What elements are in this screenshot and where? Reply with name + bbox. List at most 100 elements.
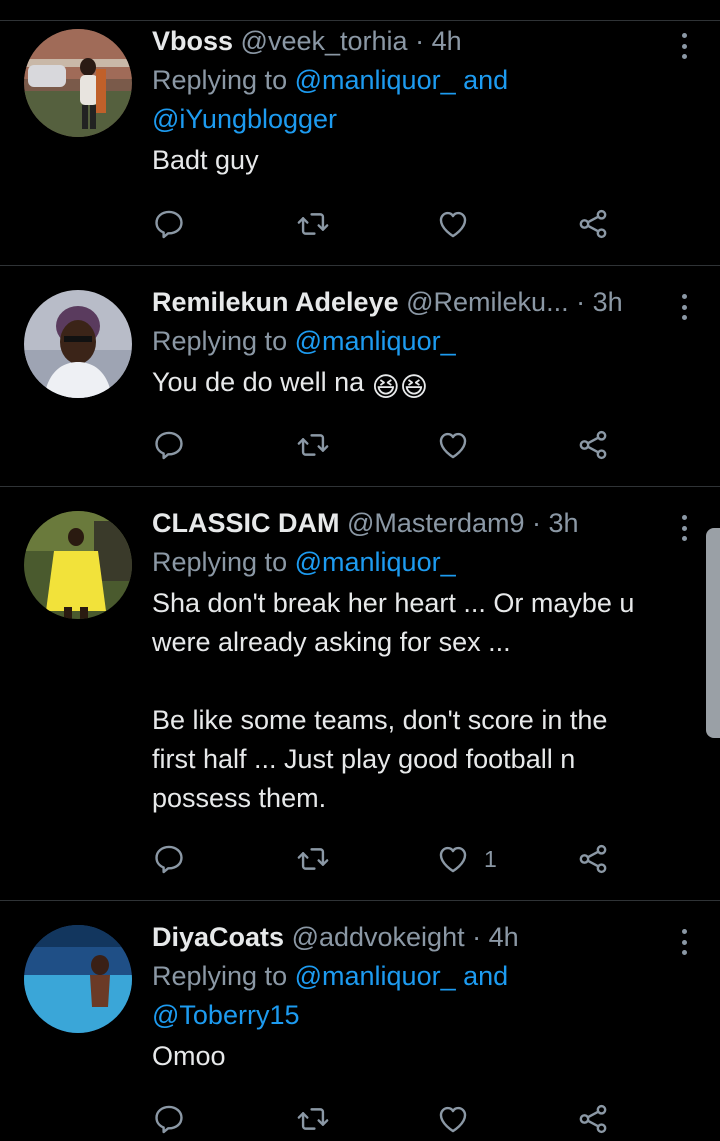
replying-to: Replying to @manliquor_ and @Toberry15 [152,957,664,1035]
more-options-button[interactable] [674,29,694,63]
and-others-link[interactable]: and [463,961,508,991]
reply-button[interactable] [152,425,186,465]
reply-icon [155,431,183,460]
tweet-diyacoats[interactable]: DiyaCoats @addvokeight · 4h Replying to … [0,901,720,1141]
share-button[interactable] [576,204,610,244]
mention-link[interactable]: @manliquor_ [295,65,456,95]
replying-to-label: Replying to [152,961,288,991]
more-icon-dot [681,315,687,320]
more-icon [681,294,687,299]
display-name[interactable]: DiyaCoats [152,922,284,952]
separator-dot: · [415,26,425,56]
display-name[interactable]: Vboss [152,26,233,56]
tweet-header: CLASSIC DAM @Masterdam9 · 3h [152,503,664,543]
more-icon [681,515,687,520]
more-options-button[interactable] [674,511,694,545]
like-button[interactable] [436,1099,484,1139]
tweet-text: You de do well na 😆😆 [152,363,664,407]
tweet-header: Vboss @veek_torhia · 4h [152,21,664,61]
separator-dot: · [532,508,541,538]
more-icon [681,929,687,934]
more-icon-dot [681,536,687,541]
like-button[interactable]: 1 [436,839,497,879]
reply-icon [155,845,183,874]
and-others-link[interactable]: and [463,65,508,95]
grinning-squinting-emoji: 😆 [399,372,429,402]
tweet-classic-dam[interactable]: CLASSIC DAM @Masterdam9 · 3h Replying to… [0,487,720,901]
timestamp[interactable]: 4h [432,26,462,56]
more-icon-dot [681,525,687,531]
action-bar [152,425,632,465]
mention-link[interactable]: @Toberry15 [152,1000,299,1030]
retweet-button[interactable] [296,204,330,244]
more-icon-dot [681,939,687,945]
tweet-header: DiyaCoats @addvokeight · 4h [152,917,664,957]
retweet-icon [297,213,329,235]
replying-to: Replying to @manliquor_ [152,543,664,582]
avatar[interactable] [24,290,132,398]
mention-link[interactable]: @manliquor_ [295,547,456,577]
like-count: 1 [484,845,497,872]
retweet-button[interactable] [296,839,330,879]
display-name[interactable]: Remilekun Adeleye [152,287,399,317]
retweet-button[interactable] [296,425,330,465]
reply-button[interactable] [152,1099,186,1139]
retweet-icon [297,1108,329,1130]
timestamp[interactable]: 3h [549,508,579,538]
replying-to: Replying to @manliquor_ and @iYungblogge… [152,61,664,139]
user-handle[interactable]: @Remileku... [406,287,568,317]
timestamp[interactable]: 3h [593,287,623,317]
tweet-text: Sha don't break her heart ... Or maybe u… [152,588,635,813]
tweet-header: Remilekun Adeleye @Remileku... · 3h [152,282,664,322]
avatar[interactable] [24,925,132,1033]
retweet-button[interactable] [296,1099,330,1139]
share-button[interactable] [576,839,610,879]
reply-icon [155,1105,183,1134]
tweet-text-content: You de do well na [152,367,365,397]
reply-button[interactable] [152,204,186,244]
more-options-button[interactable] [674,925,694,959]
more-icon-dot [681,54,687,59]
replying-to: Replying to @manliquor_ [152,322,664,361]
action-bar [152,204,632,244]
avatar[interactable] [24,29,132,137]
tweet-text: Badt guy [152,145,259,175]
grinning-squinting-emoji: 😆 [371,372,400,402]
retweet-icon [297,848,329,870]
scrollbar-thumb[interactable] [706,528,720,738]
retweet-icon [297,434,329,456]
separator-dot: · [472,922,482,952]
tweet-remilekun[interactable]: Remilekun Adeleye @Remileku... · 3h Repl… [0,266,720,487]
share-icon [579,430,607,460]
share-icon [579,1104,607,1134]
user-handle[interactable]: @Masterdam9 [347,508,524,538]
like-button[interactable] [436,425,484,465]
more-icon-dot [681,950,687,955]
mention-link[interactable]: @manliquor_ [295,326,456,356]
tweet-vboss[interactable]: Vboss @veek_torhia · 4h Replying to @man… [0,21,720,266]
replying-to-label: Replying to [152,65,288,95]
reply-icon [155,210,183,239]
heart-icon [439,432,467,459]
heart-icon [439,846,467,873]
user-handle[interactable]: @addvokeight [292,922,465,952]
mention-link[interactable]: @iYungblogger [152,104,337,134]
share-icon [579,209,607,239]
share-icon [579,844,607,874]
share-button[interactable] [576,425,610,465]
mention-link[interactable]: @manliquor_ [295,961,456,991]
share-button[interactable] [576,1099,610,1139]
replying-to-label: Replying to [152,326,288,356]
heart-icon [439,1106,467,1133]
avatar[interactable] [24,511,132,619]
more-options-button[interactable] [674,290,694,324]
like-button[interactable] [436,204,484,244]
separator-dot: · [576,287,586,317]
reply-button[interactable] [152,839,186,879]
replying-to-label: Replying to [152,547,288,577]
user-handle[interactable]: @veek_torhia [241,26,408,56]
timestamp[interactable]: 4h [489,922,519,952]
action-bar: 1 [152,839,632,879]
more-icon [681,33,687,38]
display-name[interactable]: CLASSIC DAM [152,508,340,538]
